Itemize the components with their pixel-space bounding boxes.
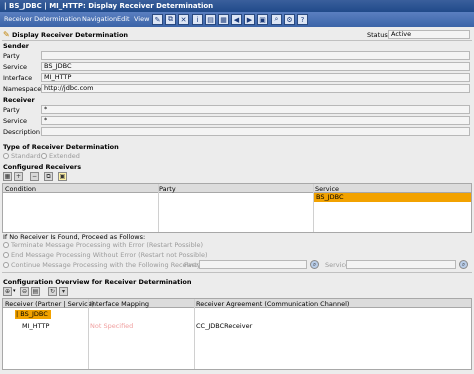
column-header-receiver[interactable]: Receiver (Partner | Service) (5, 300, 94, 308)
row-interface[interactable]: MI_HTTP (22, 322, 49, 330)
configured-section-title: Configured Receivers (3, 163, 82, 171)
configured-receivers-table: Condition Party Service BS_JDBC (2, 183, 472, 233)
table-settings-icon[interactable]: ▦ (3, 172, 12, 181)
receiver-description-label: Description (3, 128, 41, 136)
no-receiver-title: If No Receiver Is Found, Proceed as Foll… (3, 233, 146, 241)
chevron-down-icon[interactable]: ▾ (13, 288, 16, 294)
menu-navigation[interactable]: Navigation (82, 12, 117, 27)
extended-radio[interactable] (41, 153, 47, 159)
menu-receiver-determination[interactable]: Receiver Determination (4, 12, 81, 27)
filter-icon[interactable]: ▾ (59, 287, 68, 296)
history-icon[interactable]: ▦ (218, 14, 229, 25)
table-row[interactable]: MI_HTTP Not Specified CC_JDBCReceiver (3, 321, 471, 330)
sender-party-label: Party (3, 52, 20, 60)
column-header-agreement[interactable]: Receiver Agreement (Communication Channe… (196, 300, 349, 308)
column-divider (194, 299, 195, 369)
column-divider (158, 184, 159, 232)
extended-label: Extended (49, 152, 80, 160)
sender-section-title: Sender (3, 42, 29, 50)
column-header-condition[interactable]: Condition (5, 185, 36, 193)
insert-row-icon[interactable]: + (14, 172, 23, 181)
row-agreement[interactable]: CC_JDBCReceiver (196, 322, 252, 330)
receiver-description-field[interactable] (41, 127, 470, 136)
service-search-icon[interactable]: ⌕ (459, 260, 468, 269)
overview-table: Receiver (Partner | Service) Interface M… (2, 298, 472, 370)
delete-icon[interactable]: ✕ (178, 14, 189, 25)
row-mapping[interactable]: Not Specified (90, 322, 133, 330)
back-icon[interactable]: ◀ (231, 14, 242, 25)
end-label: End Message Processing Without Error (Re… (11, 251, 208, 259)
party-search-icon[interactable]: ⌕ (310, 260, 319, 269)
divider (2, 40, 472, 41)
receiver-service-field[interactable]: * (41, 116, 470, 125)
delete-row-icon[interactable]: − (30, 172, 39, 181)
condition-editor-icon[interactable]: ▣ (58, 172, 67, 181)
table-row[interactable]: BS_JDBC (3, 193, 471, 202)
column-divider (313, 184, 314, 232)
continue-service-field[interactable] (346, 260, 456, 269)
find-icon[interactable]: ⌕ (271, 14, 282, 25)
column-header-mapping[interactable]: Interface Mapping (90, 300, 149, 308)
row-service[interactable]: BS_JDBC (314, 193, 471, 202)
sender-namespace-label: Namespace (3, 85, 42, 93)
terminate-radio[interactable] (3, 242, 9, 248)
column-header-party[interactable]: Party (159, 185, 176, 193)
display-change-icon[interactable]: ✎ (152, 14, 163, 25)
settings-icon[interactable]: ⚙ (284, 14, 295, 25)
end-radio[interactable] (3, 252, 9, 258)
menu-toolbar: Receiver Determination Navigation Edit V… (0, 12, 474, 27)
column-header-service[interactable]: Service (315, 185, 339, 193)
print-list-icon[interactable]: ▤ (31, 287, 40, 296)
continue-label: Continue Message Processing with the Fol… (11, 261, 201, 269)
receiver-party-label: Party (3, 106, 20, 114)
sender-namespace-field[interactable]: http://jdbc.com (41, 84, 470, 93)
overview-title: Configuration Overview for Receiver Dete… (3, 278, 192, 286)
sender-service-label: Service (3, 63, 28, 71)
receiver-party-field[interactable]: * (41, 105, 470, 114)
receiver-service-label: Service (3, 117, 28, 125)
page-title: Display Receiver Determination (12, 31, 129, 39)
table-header: Receiver (Partner | Service) Interface M… (3, 299, 471, 308)
expand-icon[interactable]: ⊕ (3, 287, 12, 296)
copy-row-icon[interactable]: ⧉ (44, 172, 53, 181)
print-icon[interactable]: ▣ (257, 14, 268, 25)
menu-view[interactable]: View (134, 12, 149, 27)
continue-radio[interactable] (3, 262, 9, 268)
status-label: Status (367, 31, 388, 39)
terminate-label: Terminate Message Processing with Error … (11, 241, 204, 249)
sender-service-field[interactable]: BS_JDBC (41, 62, 470, 71)
refresh-icon[interactable]: ↻ (48, 287, 57, 296)
column-divider (88, 299, 89, 369)
collapse-icon[interactable]: ⊖ (20, 287, 29, 296)
sender-interface-field[interactable]: MI_HTTP (41, 73, 470, 82)
table-header: Condition Party Service (3, 184, 471, 193)
continue-party-field[interactable] (199, 260, 307, 269)
standard-radio[interactable] (3, 153, 9, 159)
help-icon[interactable]: ? (297, 14, 308, 25)
window-title: | BS_JDBC | MI_HTTP: Display Receiver De… (0, 0, 474, 12)
copy-icon[interactable]: ⧉ (165, 14, 176, 25)
sender-interface-label: Interface (3, 74, 33, 82)
divider (2, 272, 472, 273)
service-tree-node[interactable]: | BS_JDBC (15, 310, 51, 319)
menu-edit[interactable]: Edit (117, 12, 130, 27)
forward-icon[interactable]: ▶ (244, 14, 255, 25)
type-section-title: Type of Receiver Determination (3, 143, 119, 151)
receiver-section-title: Receiver (3, 96, 35, 104)
status-field: Active (388, 30, 470, 39)
object-list-icon[interactable]: ▤ (205, 14, 216, 25)
info-icon[interactable]: i (192, 14, 203, 25)
pencil-icon: ✎ (3, 30, 10, 39)
sender-party-field[interactable] (41, 51, 470, 60)
standard-label: Standard (11, 152, 41, 160)
